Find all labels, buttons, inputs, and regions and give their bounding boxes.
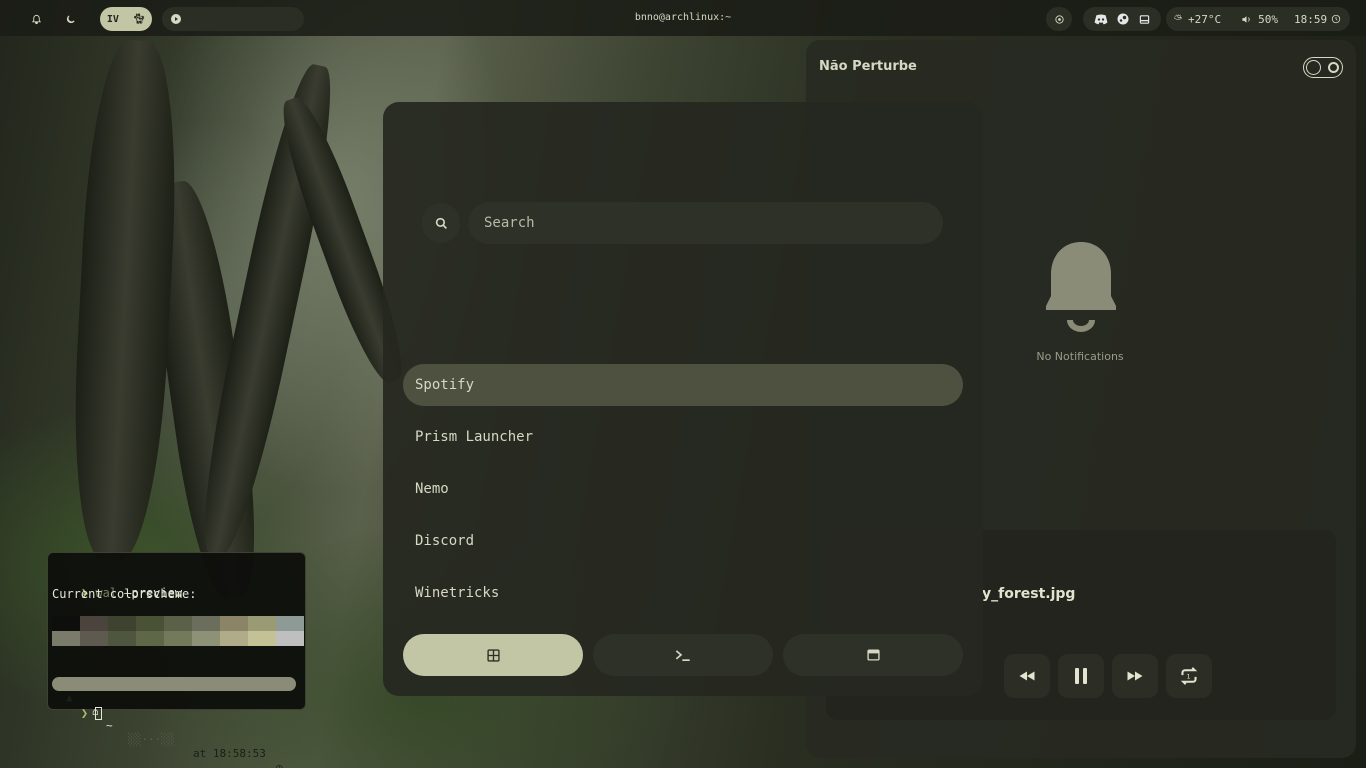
do-not-disturb-toggle[interactable]: [1303, 57, 1343, 78]
clock-label: 18:59: [1294, 12, 1328, 26]
clock-icon: [1331, 14, 1341, 24]
clock-icon: ◷: [276, 761, 283, 768]
volume-icon[interactable]: [1241, 14, 1252, 25]
pause-button[interactable]: [1058, 654, 1104, 698]
prompt-arrow: ❯: [80, 706, 89, 720]
discord-icon[interactable]: [1094, 14, 1108, 25]
tab-terminal[interactable]: [593, 634, 773, 676]
volume-label: 50%: [1258, 12, 1278, 26]
status-widget[interactable]: ⛅︎ +27°C 50% 18:59: [1166, 7, 1350, 31]
bell-icon: [31, 14, 41, 24]
app-item-prism-launcher[interactable]: Prism Launcher: [403, 416, 963, 458]
search-icon: [435, 217, 447, 229]
screen-record-button[interactable]: [1046, 7, 1072, 31]
palette-swatch: [136, 616, 164, 631]
media-player-widget[interactable]: [162, 7, 304, 31]
background-trunk: [66, 38, 184, 562]
media-title: y_forest.jpg: [982, 586, 1076, 602]
palette-swatch: [192, 616, 220, 631]
svg-text:1: 1: [1187, 672, 1191, 680]
rewind-icon: [1019, 671, 1035, 681]
palette-swatch: [220, 616, 248, 631]
palette-swatch: [52, 616, 80, 631]
palette-swatch: [276, 616, 304, 631]
search-button[interactable]: [422, 203, 460, 243]
terminal-icon: [675, 649, 690, 661]
palette-swatch: [248, 616, 276, 631]
night-mode-button[interactable]: [58, 7, 82, 31]
terminal-prompt-bar: ▲ ⌂ ~ ░░···░░ at 18:58:53 ◷: [52, 677, 296, 768]
fast-forward-icon: [1127, 671, 1143, 681]
prompt-separator: ░░···░░: [128, 733, 175, 746]
app-item-spotify[interactable]: Spotify: [403, 364, 963, 406]
palette-swatch: [192, 631, 220, 646]
palette-swatch: [220, 631, 248, 646]
top-bar: IV 🐈︎ bnno@archlinux:~ ⛅︎ +27°C 50% 18:5…: [0, 0, 1366, 36]
palette-swatch: [108, 616, 136, 631]
cat-icon: 🐈︎: [132, 13, 146, 25]
notification-button[interactable]: [24, 7, 48, 31]
weather-label: +27°C: [1188, 12, 1222, 26]
no-notifications-label: No Notifications: [1036, 350, 1124, 363]
palette-swatch: [80, 616, 108, 631]
workspace-label: IV: [106, 13, 119, 25]
rewind-button[interactable]: [1004, 654, 1050, 698]
palette-swatch: [164, 631, 192, 646]
palette-swatch: [164, 616, 192, 631]
terminal-input-line[interactable]: ❯: [52, 692, 103, 734]
repeat-icon: 1: [1180, 667, 1198, 685]
app-item-nemo[interactable]: Nemo: [403, 468, 963, 510]
app-item-winetricks[interactable]: Winetricks: [403, 572, 963, 614]
palette-swatch: [80, 631, 108, 646]
tab-windows[interactable]: [783, 634, 963, 676]
repeat-button[interactable]: 1: [1166, 654, 1212, 698]
app-item-discord[interactable]: Discord: [403, 520, 963, 562]
palette-swatch: [248, 631, 276, 646]
palette-swatch: [276, 631, 304, 646]
fast-forward-button[interactable]: [1112, 654, 1158, 698]
palette-swatch: [136, 631, 164, 646]
terminal-output: Current colorscheme:: [52, 587, 197, 601]
palette-swatch: [108, 631, 136, 646]
moon-icon: [66, 14, 75, 23]
steam-icon[interactable]: [1117, 13, 1129, 25]
record-icon: [1054, 14, 1064, 24]
weather-icon: ⛅︎: [1174, 13, 1182, 25]
apps-grid-icon: [486, 648, 500, 662]
prompt-time: at 18:58:53: [193, 747, 266, 760]
tray-icon[interactable]: [1139, 14, 1150, 25]
tab-apps[interactable]: [403, 634, 583, 676]
play-icon: [171, 14, 181, 24]
cursor: [95, 707, 103, 720]
prompt-dir: ~: [106, 719, 113, 732]
search-input[interactable]: Search: [468, 202, 943, 244]
window-title: bnno@archlinux:~: [634, 12, 732, 23]
system-tray: [1083, 7, 1161, 31]
workspace-indicator[interactable]: IV 🐈︎: [100, 7, 152, 31]
bell-icon: [1046, 242, 1116, 332]
do-not-disturb-label: Não Perturbe: [819, 59, 917, 74]
pause-icon: [1075, 668, 1087, 684]
terminal-window[interactable]: ❯ wal —preview Current colorscheme: ▲ ⌂ …: [47, 552, 306, 768]
window-icon: [866, 649, 880, 661]
palette-swatch: [52, 631, 80, 646]
